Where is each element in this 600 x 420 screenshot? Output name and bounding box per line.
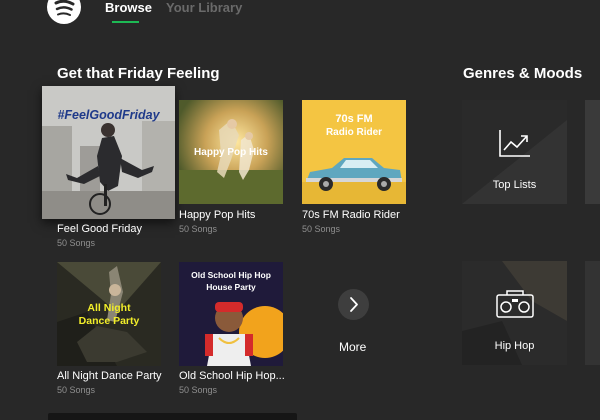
chart-trending-icon (499, 130, 530, 157)
more-button[interactable] (338, 289, 369, 320)
boombox-icon (496, 290, 534, 318)
cover-text: #FeelGoodFriday (57, 108, 160, 122)
cover-text-line-1: Old School Hip Hop (191, 270, 271, 280)
playlist-cover: All Night Dance Party (57, 262, 161, 366)
tab-your-library[interactable]: Your Library (166, 0, 242, 16)
genre-label: Hip Hop (494, 340, 535, 352)
genre-label: Top Lists (492, 179, 537, 191)
more-label[interactable]: More (339, 340, 366, 354)
spotify-logo-icon[interactable] (47, 0, 81, 24)
tab-browse[interactable]: Browse (105, 0, 152, 16)
section-title-friday: Get that Friday Feeling (57, 65, 220, 82)
genre-tile-top-lists[interactable]: Top Lists (462, 100, 567, 204)
playlist-cover: Happy Pop Hits (179, 100, 283, 204)
playlist-song-count: 50 Songs (57, 385, 96, 395)
playlist-name: Feel Good Friday (57, 223, 142, 235)
playlist-cover: Old School Hip Hop House Party (179, 262, 283, 366)
now-playing-bar[interactable] (48, 413, 297, 420)
cover-text-line-2: House Party (206, 282, 256, 292)
genre-tile-partial[interactable] (585, 100, 600, 204)
genre-tile-partial[interactable] (585, 261, 600, 365)
genre-tile-hip-hop[interactable]: Hip Hop (462, 261, 567, 365)
cover-text-line-1: 70s FM (335, 113, 373, 125)
playlist-song-count: 50 Songs (179, 224, 218, 234)
cover-text: Happy Pop Hits (194, 147, 268, 158)
playlist-name: All Night Dance Party (57, 370, 162, 382)
playlist-cover: #FeelGoodFriday (42, 86, 175, 219)
cover-text-line-1: All Night (87, 302, 131, 314)
cover-text-line-2: Dance Party (78, 315, 140, 327)
playlist-name: Happy Pop Hits (179, 209, 256, 221)
chevron-right-icon (350, 297, 358, 312)
section-title-genres: Genres & Moods (463, 65, 583, 82)
cover-text-line-2: Radio Rider (325, 127, 383, 138)
playlist-song-count: 50 Songs (179, 385, 218, 395)
playlist-name: Old School Hip Hop... (179, 370, 285, 382)
playlist-name: 70s FM Radio Rider (302, 209, 400, 221)
playlist-song-count: 50 Songs (302, 224, 341, 234)
playlist-song-count: 50 Songs (57, 238, 96, 248)
playlist-cover: 70s FM Radio Rider (302, 100, 406, 204)
active-tab-indicator (112, 21, 139, 23)
